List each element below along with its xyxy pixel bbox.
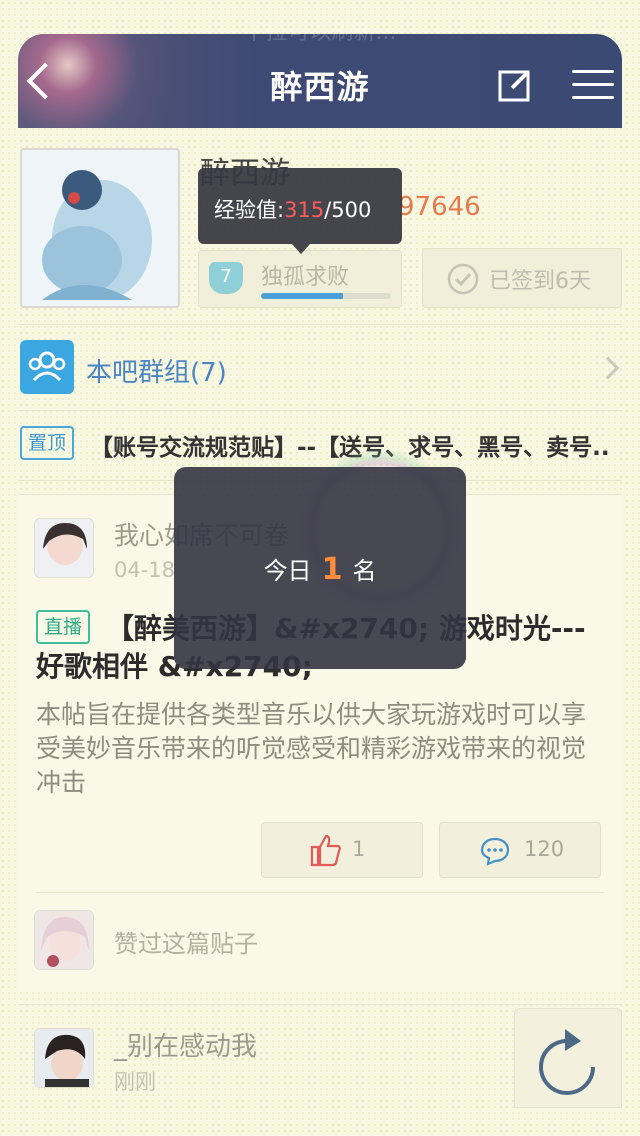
comment-icon [480,837,510,866]
signin-label: 已签到6天 [489,269,591,294]
edit-icon[interactable] [498,68,532,102]
exp-tooltip-text: 经验值:315/500 [214,194,371,224]
post-date: 04-18 [114,558,176,582]
exp-progress-fill [261,293,343,299]
rank-toast-text: 今日 1 名 [174,551,466,587]
like-button[interactable]: 1 [261,822,423,878]
exp-label: 经验值: [214,198,285,222]
author-avatar[interactable] [34,518,94,578]
signin-button[interactable]: 已签到6天 [422,248,622,308]
comment-count: 120 [524,837,565,861]
next-post-time: 刚刚 [114,1070,156,1094]
exp-total: /500 [324,198,372,222]
pinned-post-title[interactable]: 【账号交流规范贴】--【送号、求号、黑号、卖号.. [90,428,624,462]
next-author-avatar[interactable] [34,1028,94,1088]
check-icon [447,263,479,295]
refresh-icon [539,1029,595,1095]
level-panel[interactable]: 7 独孤求败 [198,250,402,308]
post-body[interactable]: 本帖旨在提供各类型音乐以供大家玩游戏时可以享受美妙音乐带来的听觉感受和精彩游戏带… [36,698,606,800]
comment-button[interactable]: 120 [439,822,601,878]
divider [18,1004,622,1005]
pinned-tag: 置顶 [20,426,74,460]
divider [18,410,622,411]
likers-text[interactable]: 赞过这篇贴子 [114,924,258,959]
forum-avatar [20,148,180,308]
liker-avatar[interactable] [34,910,94,970]
exp-progress-bar [261,293,391,299]
rank-prefix: 今日 [263,557,312,585]
menu-icon[interactable] [572,70,614,100]
exp-current: 315 [284,198,325,222]
exp-tooltip: 经验值:315/500 [198,168,402,244]
next-author-name[interactable]: _别在感动我 [114,1026,257,1063]
level-badge: 7 [209,262,243,294]
like-count: 1 [352,837,366,861]
refresh-button[interactable] [514,1008,622,1108]
thumbs-up-icon [310,834,341,867]
tooltip-arrow [292,244,310,254]
divider [18,324,622,325]
group-link[interactable]: 本吧群组(7) [86,352,227,389]
page-title: 醉西游 [270,68,370,106]
level-name: 独孤求败 [261,265,350,290]
rank-suffix: 名 [352,557,377,585]
member-count: 97646 [398,192,481,222]
divider [36,892,604,893]
rank-toast: 今日 1 名 [174,467,466,669]
group-icon[interactable] [20,340,74,394]
rank-number: 1 [321,552,343,587]
pull-refresh-hint: 下拉可以刷新... [243,20,397,45]
